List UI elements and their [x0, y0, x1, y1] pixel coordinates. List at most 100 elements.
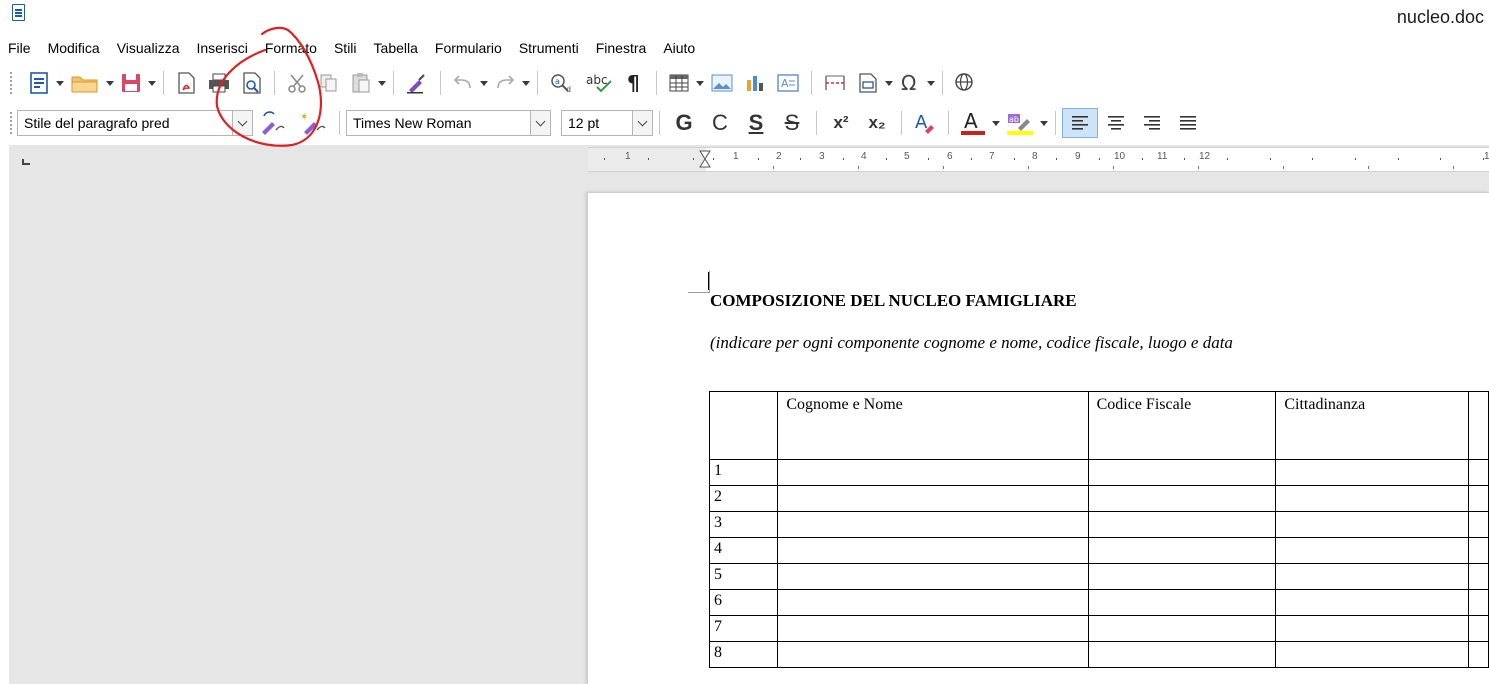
- menu-formato[interactable]: Formato: [265, 38, 317, 60]
- font-color-dropdown[interactable]: [991, 108, 1001, 138]
- table-header-cell-citizenship[interactable]: Cittadinanza: [1275, 391, 1470, 460]
- menu-inserisci[interactable]: Inserisci: [196, 38, 247, 60]
- cut-button[interactable]: [281, 68, 313, 98]
- row-number-cell[interactable]: 6: [708, 589, 779, 616]
- row-number-cell[interactable]: 1: [708, 459, 779, 486]
- table-cell[interactable]: [1275, 563, 1470, 590]
- table-cell[interactable]: [1275, 459, 1470, 486]
- row-number-cell[interactable]: 2: [708, 485, 779, 512]
- insert-field-button[interactable]: [852, 68, 884, 98]
- menu-finestra[interactable]: Finestra: [596, 38, 647, 60]
- chevron-down-icon[interactable]: [232, 111, 252, 135]
- table-cell[interactable]: [1087, 485, 1277, 512]
- table-cell[interactable]: [777, 641, 1089, 668]
- strikethrough-button[interactable]: S: [774, 110, 810, 136]
- table-cell[interactable]: [777, 589, 1089, 616]
- insert-chart-button[interactable]: [739, 68, 771, 98]
- subscript-button[interactable]: x₂: [859, 113, 895, 133]
- row-number-cell[interactable]: 4: [708, 537, 779, 564]
- table-cell[interactable]: [777, 537, 1089, 564]
- menu-aiuto[interactable]: Aiuto: [663, 38, 695, 60]
- open-button[interactable]: [65, 68, 105, 98]
- font-name-combo[interactable]: Times New Roman: [346, 110, 551, 136]
- table-cell[interactable]: [777, 459, 1089, 486]
- menu-formulario[interactable]: Formulario: [435, 38, 502, 60]
- new-document-dropdown[interactable]: [55, 68, 65, 98]
- table-cell[interactable]: [777, 485, 1089, 512]
- save-dropdown[interactable]: [147, 68, 157, 98]
- font-size-combo[interactable]: 12 pt: [561, 110, 653, 136]
- open-dropdown[interactable]: [105, 68, 115, 98]
- row-number-cell[interactable]: 5: [708, 563, 779, 590]
- spelling-button[interactable]: abc: [580, 68, 620, 98]
- update-style-button[interactable]: [253, 108, 293, 138]
- table-cell[interactable]: [1468, 485, 1489, 512]
- writer-document-icon[interactable]: [12, 4, 25, 21]
- paste-dropdown[interactable]: [377, 68, 387, 98]
- table-cell[interactable]: [1087, 615, 1277, 642]
- table-cell[interactable]: [1087, 511, 1277, 538]
- chevron-down-icon[interactable]: [632, 111, 652, 135]
- redo-dropdown[interactable]: [521, 68, 531, 98]
- table-cell[interactable]: [1275, 641, 1470, 668]
- table-cell[interactable]: [1275, 589, 1470, 616]
- table-cell[interactable]: [1275, 615, 1470, 642]
- table-cell[interactable]: [1087, 589, 1277, 616]
- insert-special-character-button[interactable]: Ω: [894, 68, 926, 98]
- save-button[interactable]: [115, 68, 147, 98]
- undo-button[interactable]: [447, 68, 479, 98]
- table-cell[interactable]: [1468, 537, 1489, 564]
- insert-text-box-button[interactable]: A: [771, 68, 805, 98]
- table-cell[interactable]: [1087, 641, 1277, 668]
- align-left-button[interactable]: [1062, 108, 1098, 138]
- table-header-cell-number[interactable]: [708, 391, 779, 460]
- insert-table-dropdown[interactable]: [695, 68, 705, 98]
- highlight-dropdown[interactable]: [1039, 108, 1049, 138]
- table-header-cell-name[interactable]: Cognome e Nome: [777, 391, 1089, 460]
- table-cell[interactable]: [777, 563, 1089, 590]
- table-cell[interactable]: [1087, 563, 1277, 590]
- table-cell[interactable]: [1275, 537, 1470, 564]
- new-document-button[interactable]: [23, 68, 55, 98]
- insert-image-button[interactable]: [705, 68, 739, 98]
- family-members-table[interactable]: Cognome e Nome Codice Fiscale Cittadinan…: [708, 391, 1489, 668]
- align-right-button[interactable]: [1134, 108, 1170, 138]
- align-center-button[interactable]: [1098, 108, 1134, 138]
- underline-button[interactable]: S: [738, 110, 774, 136]
- special-character-dropdown[interactable]: [926, 68, 936, 98]
- bold-button[interactable]: G: [666, 110, 702, 136]
- row-number-cell[interactable]: 8: [708, 641, 779, 668]
- insert-field-dropdown[interactable]: [884, 68, 894, 98]
- table-cell[interactable]: [1468, 589, 1489, 616]
- document-heading[interactable]: COMPOSIZIONE DEL NUCLEO FAMIGLIARE: [710, 291, 1077, 311]
- table-header-cell-extra[interactable]: [1468, 391, 1489, 460]
- menu-stili[interactable]: Stili: [334, 38, 357, 60]
- copy-button[interactable]: [313, 68, 345, 98]
- font-color-button[interactable]: A: [955, 108, 991, 138]
- clear-formatting-button[interactable]: A: [908, 108, 942, 138]
- superscript-button[interactable]: x²: [823, 113, 859, 133]
- table-cell[interactable]: [1468, 641, 1489, 668]
- chevron-down-icon[interactable]: [530, 111, 550, 135]
- redo-button[interactable]: [489, 68, 521, 98]
- undo-dropdown[interactable]: [479, 68, 489, 98]
- insert-table-button[interactable]: [663, 68, 695, 98]
- row-number-cell[interactable]: 7: [708, 615, 779, 642]
- table-cell[interactable]: [1275, 485, 1470, 512]
- table-cell[interactable]: [1468, 615, 1489, 642]
- table-header-cell-fiscal-code[interactable]: Codice Fiscale: [1087, 391, 1277, 460]
- clone-formatting-button[interactable]: [400, 68, 434, 98]
- row-number-cell[interactable]: 3: [708, 511, 779, 538]
- horizontal-ruler[interactable]: 1 1 2 3 4 5 6 7 8 9 10 11 12 1: [588, 147, 1489, 172]
- table-cell[interactable]: [777, 615, 1089, 642]
- justify-button[interactable]: [1170, 108, 1206, 138]
- tab-stop-selector[interactable]: [22, 159, 30, 165]
- table-cell[interactable]: [1468, 511, 1489, 538]
- toolbar-grip[interactable]: [9, 111, 13, 135]
- menu-file[interactable]: File: [8, 38, 31, 60]
- new-style-button[interactable]: ✶: [293, 108, 333, 138]
- print-preview-button[interactable]: [236, 68, 268, 98]
- menu-tabella[interactable]: Tabella: [374, 38, 418, 60]
- table-cell[interactable]: [1468, 563, 1489, 590]
- table-cell[interactable]: [777, 511, 1089, 538]
